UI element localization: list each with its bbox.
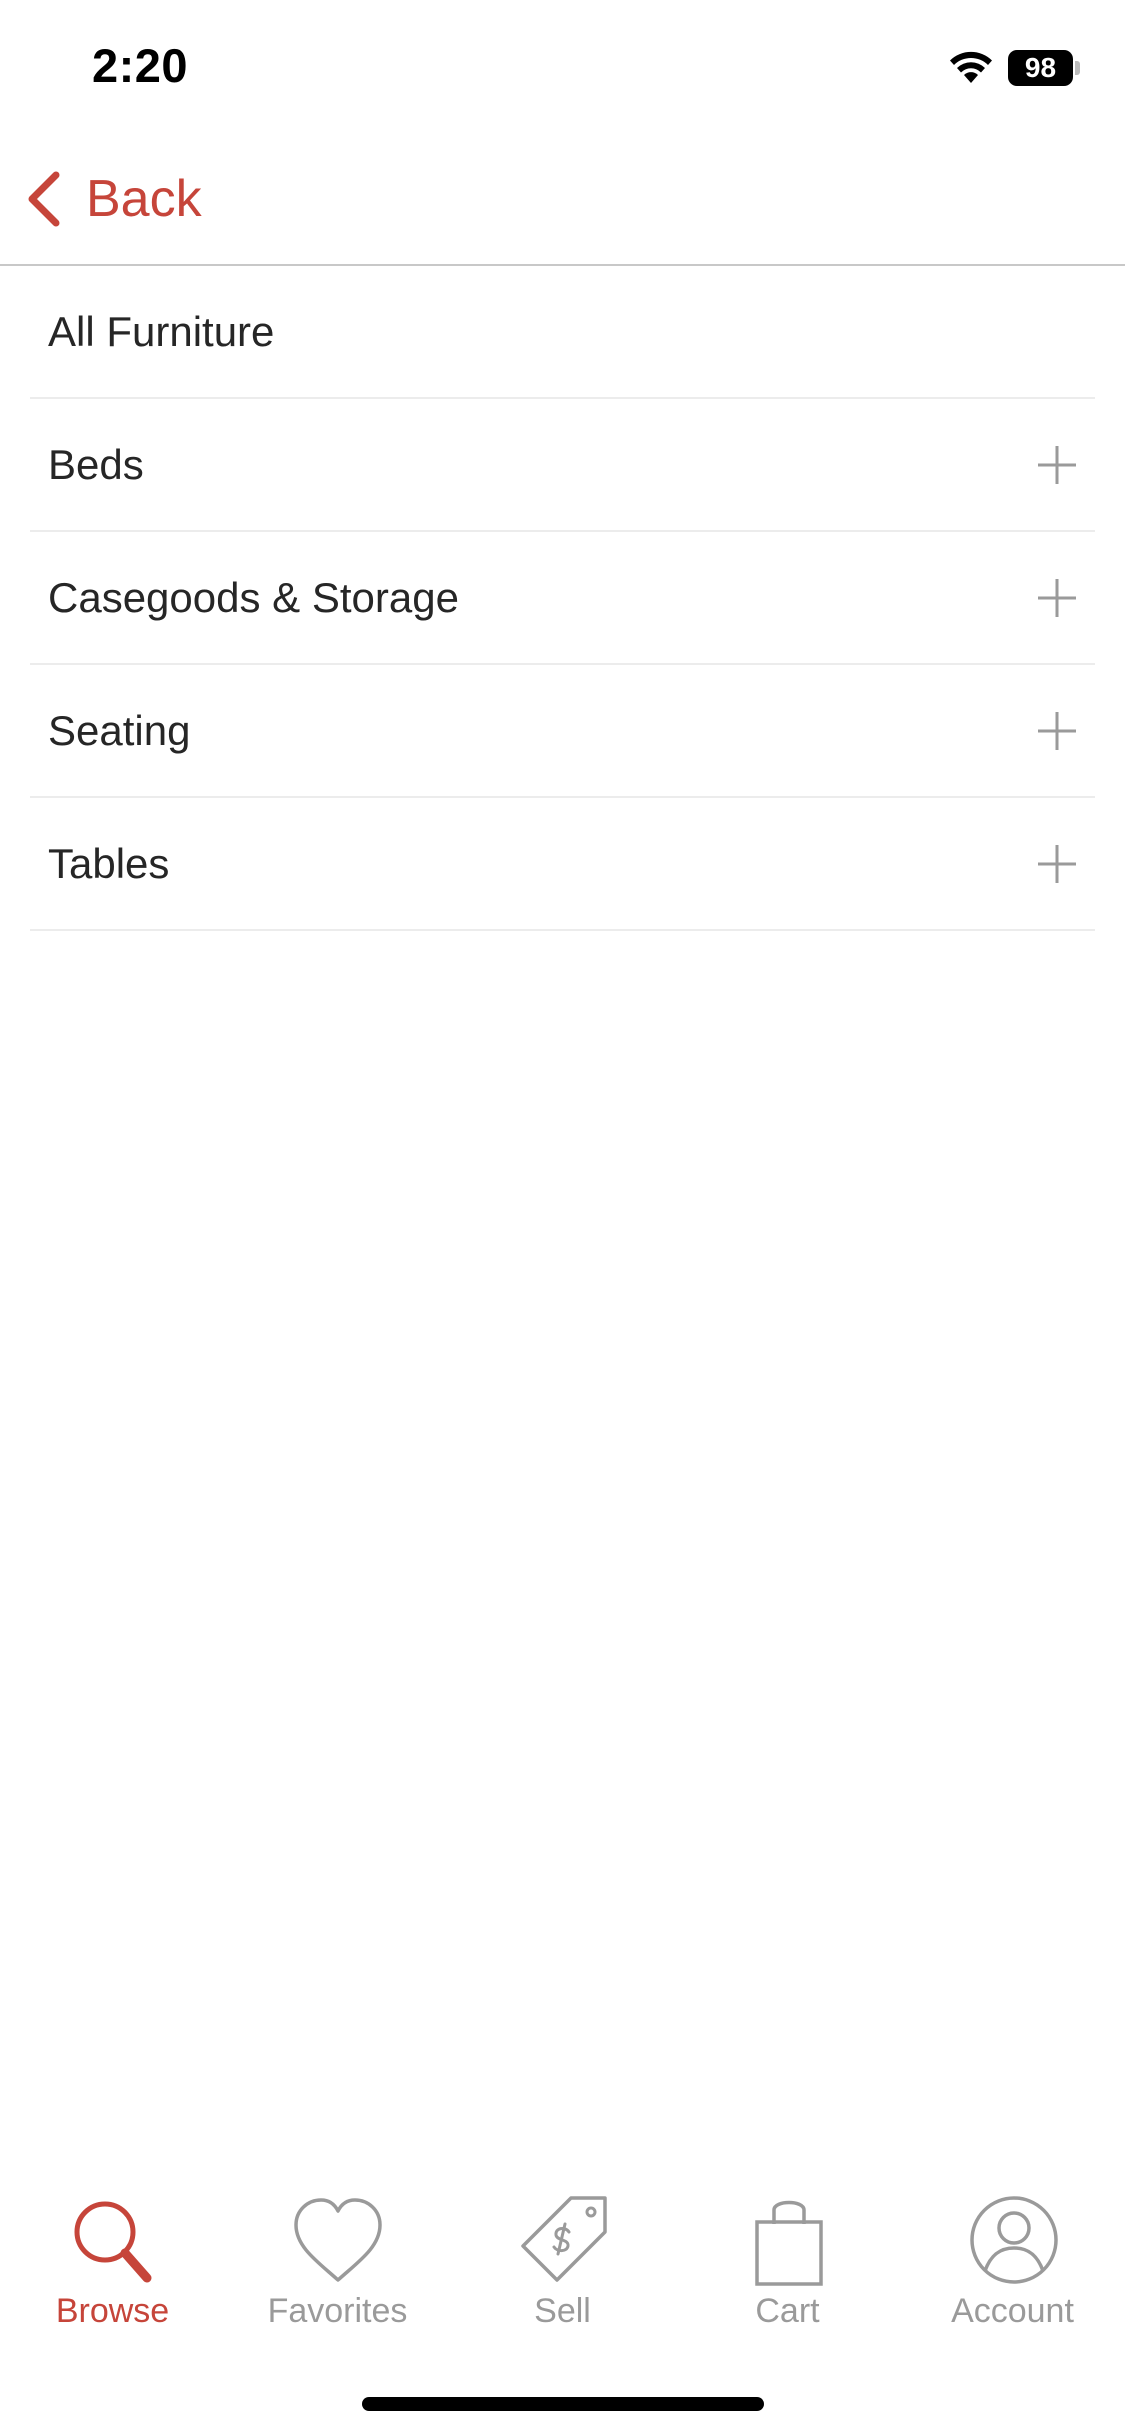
category-label: Beds	[48, 440, 144, 488]
status-time: 2:20	[92, 39, 189, 92]
search-icon	[74, 2201, 151, 2283]
account-icon	[969, 2196, 1058, 2284]
tab-label: Favorites	[267, 2292, 408, 2330]
tab-sell[interactable]: Sell	[450, 2180, 675, 2340]
shopping-bag-icon	[754, 2200, 823, 2286]
category-list: All Furniture Beds Casegoods & Storage S…	[30, 266, 1095, 931]
chevron-left-icon	[28, 171, 60, 227]
category-label: Tables	[48, 839, 170, 887]
tab-favorites[interactable]: Favorites	[225, 2180, 450, 2340]
category-item-seating[interactable]: Seating	[30, 665, 1095, 798]
back-button[interactable]: Back	[24, 164, 202, 234]
tab-bar: Browse Favorites Sell Cart Account	[0, 2180, 1125, 2350]
category-item-casegoods-storage[interactable]: Casegoods & Storage	[30, 532, 1095, 665]
tab-label: Browse	[55, 2292, 170, 2330]
battery-icon: 98	[1008, 50, 1080, 86]
tab-cart[interactable]: Cart	[675, 2180, 900, 2340]
battery-cap	[1075, 61, 1080, 75]
tab-label: Cart	[755, 2292, 820, 2330]
plus-icon[interactable]	[1037, 844, 1077, 884]
heart-icon	[293, 2198, 382, 2282]
category-label: Seating	[48, 706, 191, 754]
plus-icon[interactable]	[1037, 711, 1077, 751]
category-item-beds[interactable]: Beds	[30, 399, 1095, 532]
back-label: Back	[86, 170, 202, 228]
category-item-all-furniture[interactable]: All Furniture	[30, 266, 1095, 399]
plus-icon[interactable]	[1037, 578, 1077, 618]
tab-label: Sell	[534, 2292, 591, 2330]
tab-label: Account	[951, 2292, 1074, 2330]
tab-account[interactable]: Account	[900, 2180, 1125, 2340]
home-indicator	[362, 2397, 764, 2411]
wifi-icon	[950, 51, 992, 83]
tab-browse[interactable]: Browse	[0, 2180, 225, 2340]
category-label: All Furniture	[48, 307, 275, 355]
plus-icon[interactable]	[1037, 445, 1077, 485]
battery-level: 98	[1008, 50, 1073, 86]
category-label: Casegoods & Storage	[48, 573, 459, 621]
navigation-bar: Back	[0, 132, 1125, 266]
price-tag-icon	[520, 2196, 607, 2282]
status-bar: 2:20 98	[0, 0, 1125, 132]
category-item-tables[interactable]: Tables	[30, 798, 1095, 931]
